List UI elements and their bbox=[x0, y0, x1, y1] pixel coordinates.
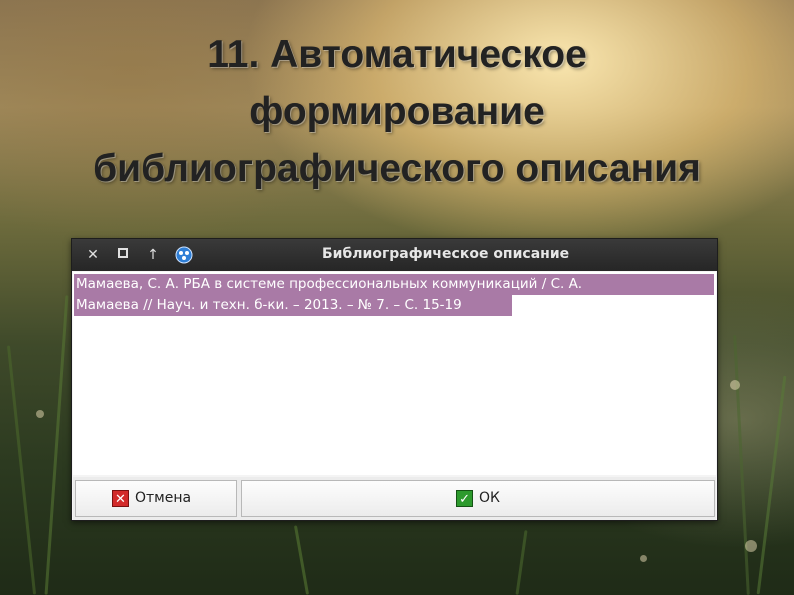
checkmark-icon: ✓ bbox=[456, 489, 474, 507]
ok-button[interactable]: ✓ ОК bbox=[241, 480, 715, 517]
slide-title-line-2: формирование bbox=[249, 90, 545, 133]
dialog-title: Библиографическое описание bbox=[322, 246, 570, 262]
bibliographic-description-dialog: ✕ ↑ Библиографическое описание Мамаева, … bbox=[71, 238, 718, 521]
close-icon[interactable]: ✕ bbox=[84, 246, 102, 264]
maximize-icon[interactable] bbox=[114, 246, 132, 264]
dialog-titlebar[interactable]: ✕ ↑ Библиографическое описание bbox=[72, 239, 717, 271]
dialog-button-bar: ✕ Отмена ✓ ОК bbox=[73, 477, 716, 520]
description-text-area[interactable]: Мамаева, С. А. РБА в системе профессиона… bbox=[73, 272, 716, 475]
description-line-2[interactable]: Мамаева // Науч. и техн. б-ки. – 2013. –… bbox=[74, 295, 512, 316]
cancel-button[interactable]: ✕ Отмена bbox=[75, 480, 237, 517]
slide-title-line-1: 11. Автоматическое bbox=[207, 33, 587, 76]
slide-title-line-3: библиографического описания bbox=[93, 147, 701, 190]
cancel-icon: ✕ bbox=[112, 489, 129, 507]
up-arrow-icon[interactable]: ↑ bbox=[144, 246, 162, 264]
cancel-label: Отмена bbox=[135, 490, 192, 506]
ok-label: ОК bbox=[479, 490, 500, 506]
app-icon[interactable] bbox=[175, 246, 193, 264]
description-line-1[interactable]: Мамаева, С. А. РБА в системе профессиона… bbox=[74, 274, 714, 295]
slide-title: 11. Автоматическое формирование библиогр… bbox=[0, 26, 794, 197]
